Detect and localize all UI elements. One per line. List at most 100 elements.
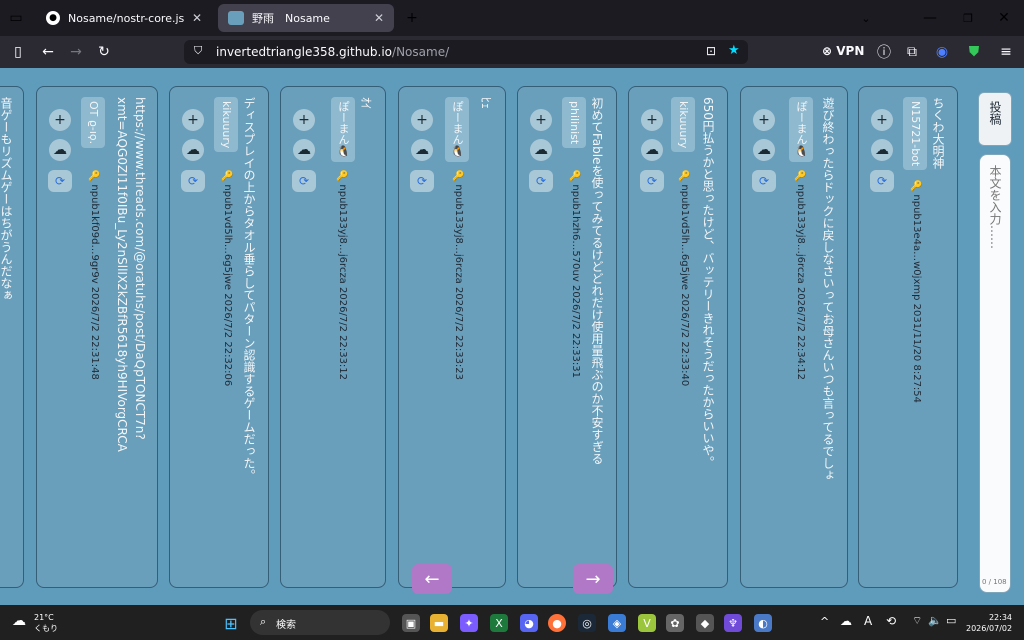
restore-icon[interactable]: ❐ (958, 8, 978, 28)
search-icon: ⌕ (260, 615, 267, 628)
taskbar-search[interactable]: ⌕ 検索 (250, 610, 390, 635)
reaction-button[interactable]: ☁ (182, 139, 204, 161)
repost-button[interactable]: ⟳ (410, 170, 434, 192)
file-explorer-icon[interactable]: ▬ (430, 614, 448, 632)
follow-button[interactable]: + (530, 109, 552, 131)
windows-start-icon[interactable]: ⊞ (222, 614, 240, 633)
note-meta: 🔑 npub1vd5lh…6g5jwe 2026/7/2 22:33:40 (679, 169, 690, 387)
note-column: 遊び終わったらドックに戻しなさいってお母さんいつも言ってるでしょ ぽーまん🐧 🔑… (740, 86, 848, 588)
follow-button[interactable]: + (871, 109, 893, 131)
reaction-button[interactable]: ☁ (753, 139, 775, 161)
reaction-button[interactable]: ☁ (293, 139, 315, 161)
weather-icon[interactable]: ☁ (12, 613, 26, 629)
app3-icon[interactable]: ◆ (696, 614, 714, 632)
tab-nosame[interactable]: 野雨 Nosame ✕ (218, 4, 394, 32)
note-body: 音ゲーもリズムゲーはちがうんだなぁ (0, 97, 13, 301)
follow-button[interactable]: + (411, 109, 433, 131)
note-input-placeholder: 本文を入力…… (988, 165, 1002, 249)
follow-button[interactable]: + (49, 109, 71, 131)
app-icon[interactable]: ◈ (608, 614, 626, 632)
follow-button[interactable]: + (293, 109, 315, 131)
repost-button[interactable]: ⟳ (48, 170, 72, 192)
forward-icon[interactable]: → (66, 42, 86, 62)
author-name: kikuuury (214, 97, 238, 153)
tab-list-icon[interactable]: ▭ (6, 8, 26, 28)
note-body: 遊び終わったらドックに戻しなさいってお母さんいつも言ってるでしょ (821, 97, 835, 481)
steam-icon[interactable]: ◎ (578, 614, 596, 632)
author-npub: npub133yj8…j6rcza (795, 184, 806, 284)
firefox-icon[interactable]: ● (548, 614, 566, 632)
repost-button[interactable]: ⟳ (752, 170, 776, 192)
volume-icon[interactable]: 🔈 (928, 614, 942, 627)
vpn-button[interactable]: ⊗ VPN (822, 44, 864, 58)
sidebar-icon[interactable]: ▯ (8, 42, 28, 62)
copilot-icon[interactable]: ✦ (460, 614, 478, 632)
repost-button[interactable]: ⟳ (181, 170, 205, 192)
info-icon[interactable]: ⓘ (874, 42, 894, 62)
tab-github[interactable]: ● Nosame/nostr-core.js at main · in ✕ (36, 4, 212, 32)
author-name: OT ϱ-ıϙ. (81, 97, 105, 149)
list-all-tabs-icon[interactable]: ⌄ (856, 8, 876, 28)
follow-button[interactable]: + (753, 109, 775, 131)
extensions-icon[interactable]: ⧉ (902, 42, 922, 62)
repost-button[interactable]: ⟳ (640, 170, 664, 192)
bookmark-star-icon[interactable]: ★ (728, 43, 740, 58)
extension-blue-icon[interactable]: ◉ (932, 42, 952, 62)
reaction-button[interactable]: ☁ (871, 139, 893, 161)
reaction-button[interactable]: ☁ (49, 139, 71, 161)
app5-icon[interactable]: ◐ (754, 614, 772, 632)
app4-icon[interactable]: ♆ (724, 614, 742, 632)
author-npub: npub133yj8…j6rcza (453, 184, 464, 284)
post-button-label: 投稿 (988, 101, 1002, 125)
note-timestamp: 2026/7/2 22:33:12 (337, 287, 348, 381)
extension-shield-icon[interactable]: ⛊ (964, 42, 984, 62)
minimize-icon[interactable]: — (920, 8, 940, 28)
follow-button[interactable]: + (641, 109, 663, 131)
weather-widget[interactable]: 21°C くもり (34, 612, 58, 634)
url-bar[interactable]: ⛉ invertedtriangle358.github.io/Nosame/ … (184, 40, 748, 64)
vim-icon[interactable]: V (638, 614, 656, 632)
sync-icon[interactable]: ⟲ (886, 614, 896, 628)
wifi-icon[interactable]: ⌔ (912, 614, 922, 628)
show-hidden-icons[interactable]: ^ (820, 615, 829, 628)
repost-button[interactable]: ⟳ (870, 170, 894, 192)
reload-icon[interactable]: ↻ (94, 42, 114, 62)
repost-button[interactable]: ⟳ (292, 170, 316, 192)
github-icon: ● (46, 11, 60, 25)
onedrive-icon[interactable]: ☁ (840, 614, 852, 628)
reader-mode-icon[interactable]: ⊡ (706, 44, 716, 58)
back-icon[interactable]: ← (38, 42, 58, 62)
note-timestamp: 2026/7/2 22:33:40 (679, 293, 690, 387)
ime-indicator[interactable]: A (864, 614, 872, 628)
excel-icon[interactable]: X (490, 614, 508, 632)
reaction-button[interactable]: ☁ (530, 139, 552, 161)
post-button[interactable]: 投稿 (978, 92, 1012, 146)
close-tab-icon[interactable]: ✕ (370, 11, 388, 25)
clock[interactable]: 22:34 2026/07/02 (966, 612, 1012, 634)
repost-button[interactable]: ⟳ (529, 170, 553, 192)
menu-icon[interactable]: ≡ (996, 42, 1016, 62)
note-timestamp: 2026/7/2 22:33:31 (570, 284, 581, 378)
reaction-button[interactable]: ☁ (641, 139, 663, 161)
new-tab-icon[interactable]: + (402, 8, 422, 28)
author-npub: npub1kf09d…9gr9v (89, 184, 100, 284)
next-page-button[interactable]: → (573, 564, 613, 594)
follow-button[interactable]: + (182, 109, 204, 131)
app2-icon[interactable]: ✿ (666, 614, 684, 632)
discord-icon[interactable]: ◕ (520, 614, 538, 632)
prev-page-button[interactable]: ← (412, 564, 452, 594)
note-column: ちくわ大明神 N15721-bot 🔑 npub13e4a…w0jxmp 203… (858, 86, 958, 588)
reaction-button[interactable]: ☁ (411, 139, 433, 161)
note-column: 音ゲーもリズムゲーはちがうんだなぁ (0, 86, 24, 588)
note-meta: 🔑 npub1hzh6…570uv 2026/7/2 22:33:31 (570, 169, 581, 378)
windows-taskbar: ☁ 21°C くもり ⊞ ⌕ 検索 ▣ ▬ ✦ X ◕ ● ◎ ◈ V ✿ ◆ … (0, 605, 1024, 640)
url-text[interactable]: invertedtriangle358.github.io/Nosame/ (216, 45, 449, 59)
author-npub: npub13e4a…w0jxmp (911, 194, 922, 301)
window-close-icon[interactable]: ✕ (994, 8, 1014, 28)
task-view-icon[interactable]: ▣ (402, 614, 420, 632)
author-name: ぽーまん🐧 (445, 97, 469, 163)
battery-icon[interactable]: ▭ (946, 614, 956, 627)
close-tab-icon[interactable]: ✕ (188, 11, 206, 25)
note-input[interactable]: 本文を入力…… 0 / 108 (979, 154, 1011, 593)
note-body: ｵｲ (359, 97, 373, 110)
